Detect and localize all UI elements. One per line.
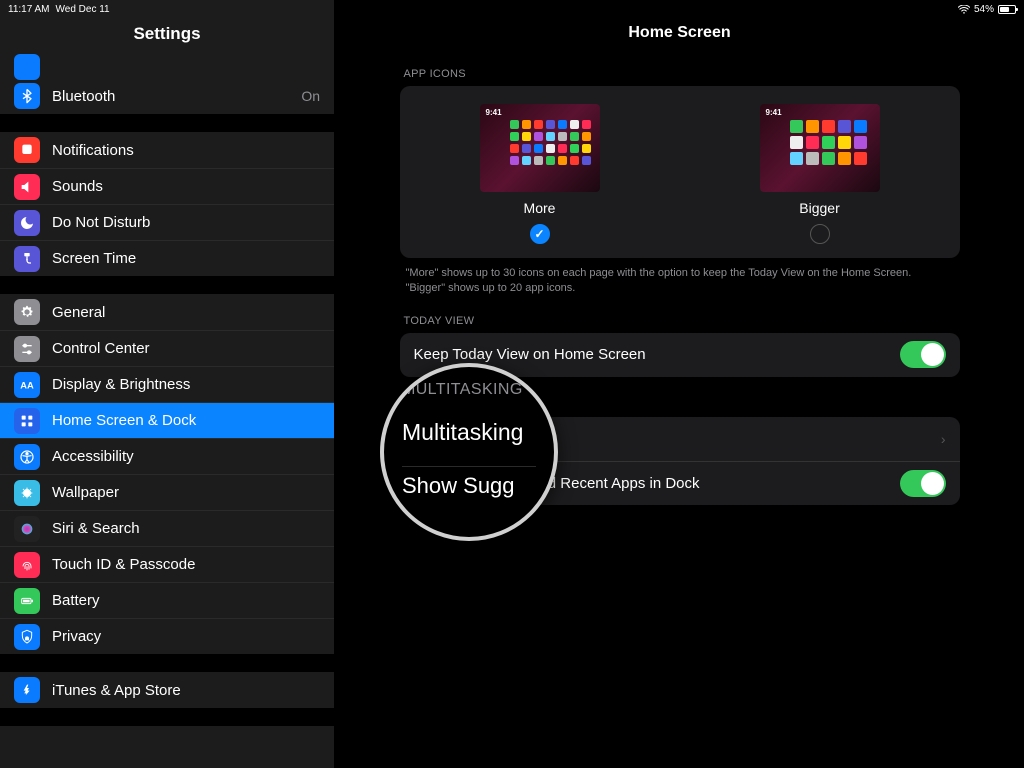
battery-icon [998,5,1016,14]
notifications-icon [14,137,40,163]
status-time: 11:17 AM [8,4,50,15]
sidebar-item-label: Siri & Search [52,520,140,537]
sidebar-item-label: Wallpaper [52,484,119,501]
wifi-icon [958,5,970,14]
privacy-icon [14,624,40,650]
sidebar-item-general[interactable]: General [0,294,334,330]
preview-time: 9:41 [766,108,782,117]
icon-choice-bigger[interactable]: 9:41 Bigger [760,104,880,244]
today-view-toggle[interactable] [900,341,946,368]
sidebar-item-dnd[interactable]: Do Not Disturb [0,204,334,240]
magnifier-sub: Show Sugg [402,466,536,499]
sidebar-item-screentime[interactable]: Screen Time [0,240,334,276]
wifi-icon [14,54,40,80]
sidebar-item-siri[interactable]: Siri & Search [0,510,334,546]
sidebar-item-bluetooth[interactable]: Bluetooth On [0,78,334,114]
icon-choice-bigger-label: Bigger [799,200,839,216]
today-view-label: Keep Today View on Home Screen [414,346,900,363]
sidebar-item-label: Home Screen & Dock [52,412,196,429]
sidebar-item-label: Notifications [52,142,134,159]
sidebar-title: Settings [0,18,334,56]
sidebar-item-privacy[interactable]: Privacy [0,618,334,654]
sidebar-item-appstore[interactable]: iTunes & App Store [0,672,334,708]
sidebar-item-notifications[interactable]: Notifications [0,132,334,168]
accessibility-icon [14,444,40,470]
homescreen-icon [14,408,40,434]
battery-icon [14,588,40,614]
sidebar-item-label: Screen Time [52,250,136,267]
recent-apps-toggle[interactable] [900,470,946,497]
app-icons-caption: "More" shows up to 30 icons on each page… [400,258,960,315]
sidebar-item-label: Touch ID & Passcode [52,556,195,573]
sidebar-item-sounds[interactable]: Sounds [0,168,334,204]
sidebar-item-label: iTunes & App Store [52,682,181,699]
sidebar-item-wallpaper[interactable]: Wallpaper [0,474,334,510]
status-bar: 11:17 AM Wed Dec 11 54% [0,0,1024,18]
svg-text:AA: AA [20,380,34,390]
siri-icon [14,516,40,542]
dnd-icon [14,210,40,236]
appstore-icon [14,677,40,703]
sidebar-item-truncated[interactable] [0,56,334,78]
sidebar-item-label: Display & Brightness [52,376,190,393]
sidebar-item-label: Bluetooth [52,88,115,105]
sidebar-item-touchid[interactable]: Touch ID & Passcode [0,546,334,582]
wallpaper-icon [14,480,40,506]
settings-sidebar: Settings Bluetooth On Notifications Sounds D… [0,0,335,768]
status-date: Wed Dec 11 [56,4,110,15]
screentime-icon [14,246,40,272]
sidebar-item-controlcenter[interactable]: Control Center [0,330,334,366]
sidebar-item-label: Control Center [52,340,150,357]
battery-percent: 54% [974,4,994,15]
sidebar-item-value: On [301,88,320,104]
app-icons-card: 9:41 More 9:41 Bigger [400,86,960,258]
sidebar-item-display[interactable]: AA Display & Brightness [0,366,334,402]
touchid-icon [14,552,40,578]
icon-choice-more[interactable]: 9:41 More [480,104,600,244]
general-icon [14,299,40,325]
preview-time: 9:41 [486,108,502,117]
controlcenter-icon [14,336,40,362]
sidebar-item-label: General [52,304,105,321]
sidebar-item-battery[interactable]: Battery [0,582,334,618]
sidebar-item-label: Battery [52,592,100,609]
page-title: Home Screen [628,18,730,68]
magnifier-overlay: MULTITASKING Multitasking Show Sugg [380,363,558,541]
icon-choice-more-label: More [524,200,556,216]
sidebar-item-accessibility[interactable]: Accessibility [0,438,334,474]
app-icons-header: APP ICONS [400,68,960,86]
radio-bigger[interactable] [810,224,830,244]
sidebar-item-homescreen[interactable]: Home Screen & Dock [0,402,334,438]
chevron-right-icon: › [941,431,946,447]
sidebar-item-label: Sounds [52,178,103,195]
sidebar-item-label: Accessibility [52,448,134,465]
bluetooth-icon [14,83,40,109]
magnifier-main: Multitasking [402,419,536,446]
magnifier-header: MULTITASKING [402,381,536,399]
sounds-icon [14,174,40,200]
today-view-header: TODAY VIEW [400,315,960,333]
display-icon: AA [14,372,40,398]
sidebar-item-label: Do Not Disturb [52,214,150,231]
sidebar-item-label: Privacy [52,628,101,645]
radio-more[interactable] [530,224,550,244]
